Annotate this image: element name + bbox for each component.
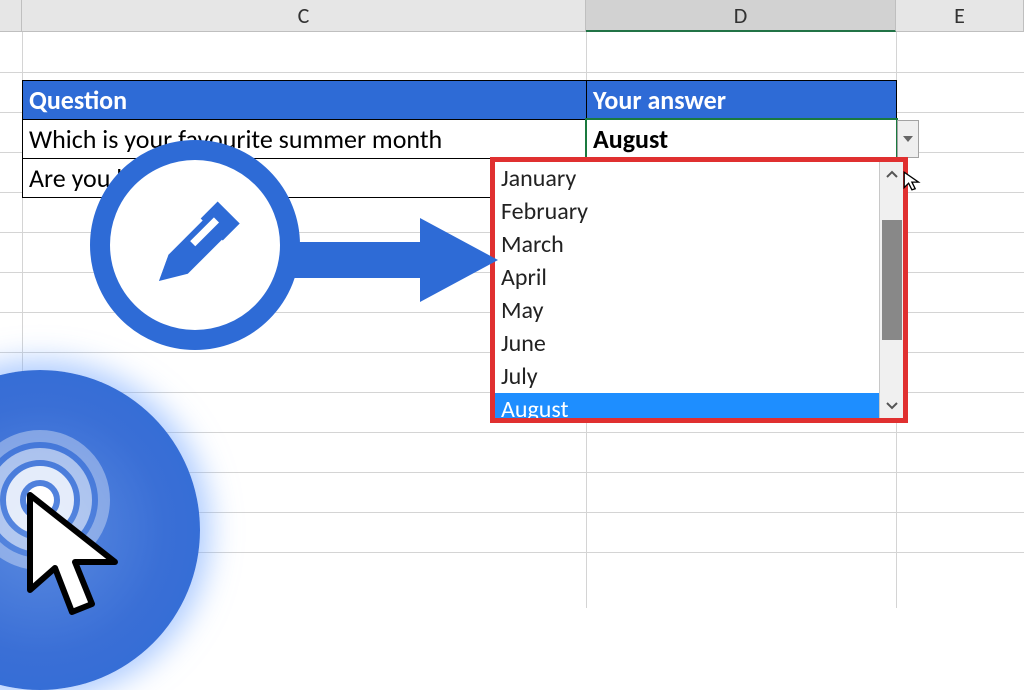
gridline xyxy=(0,72,1024,73)
dropdown-item-march[interactable]: March xyxy=(495,228,879,261)
question-cell-1[interactable]: Which is your favourite summer month xyxy=(22,119,587,159)
dropdown-item-february[interactable]: February xyxy=(495,195,879,228)
pencil-badge xyxy=(90,140,300,350)
chevron-down-icon xyxy=(886,402,898,410)
dropdown-item-july[interactable]: July xyxy=(495,360,879,393)
dropdown-scrollbar[interactable] xyxy=(879,162,903,418)
column-header-c[interactable]: C xyxy=(22,0,586,32)
dropdown-item-january[interactable]: January xyxy=(495,162,879,195)
column-header-row: C D E xyxy=(0,0,1024,32)
column-header-d[interactable]: D xyxy=(586,0,896,32)
scroll-up-button[interactable] xyxy=(880,162,904,186)
answer-cell-1[interactable]: August xyxy=(586,119,897,159)
dropdown-caret-icon xyxy=(903,136,913,142)
scroll-down-button[interactable] xyxy=(880,394,904,418)
column-header-e[interactable]: E xyxy=(896,0,1024,32)
arrow-right-icon xyxy=(290,210,500,310)
cursor-icon xyxy=(902,170,924,192)
dropdown-trigger[interactable] xyxy=(897,120,919,158)
column-header-stub xyxy=(0,0,22,32)
dropdown-item-august[interactable]: August xyxy=(495,393,879,418)
pencil-icon xyxy=(135,185,255,305)
dropdown-item-may[interactable]: May xyxy=(495,294,879,327)
dropdown-item-april[interactable]: April xyxy=(495,261,879,294)
scroll-thumb[interactable] xyxy=(882,220,902,340)
chevron-up-icon xyxy=(886,170,898,178)
dropdown-list[interactable]: January February March April May June Ju… xyxy=(495,162,879,418)
cursor-icon xyxy=(20,490,130,620)
dropdown-item-june[interactable]: June xyxy=(495,327,879,360)
header-question-cell[interactable]: Question xyxy=(22,80,587,120)
header-answer-cell[interactable]: Your answer xyxy=(586,80,897,120)
dropdown-highlight-box: January February March April May June Ju… xyxy=(490,157,908,423)
